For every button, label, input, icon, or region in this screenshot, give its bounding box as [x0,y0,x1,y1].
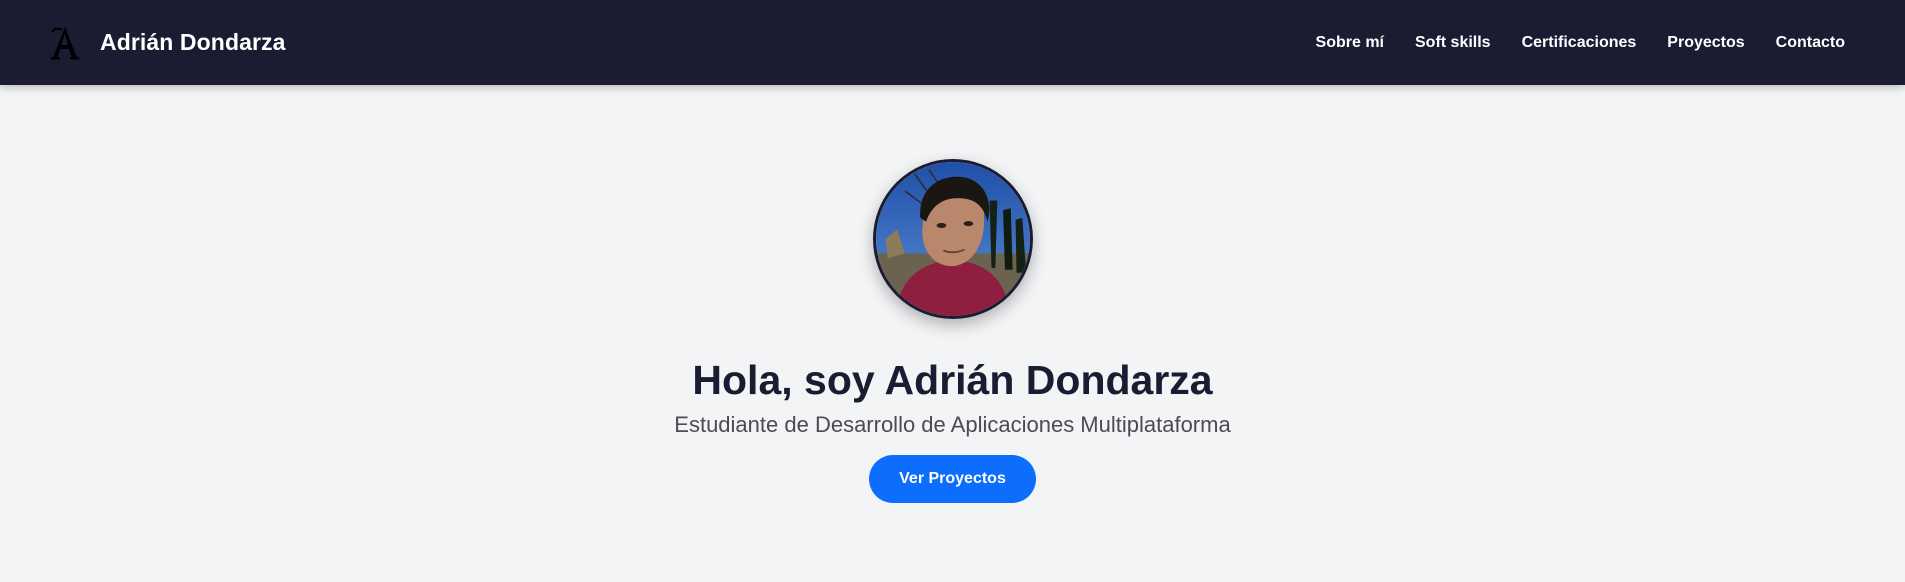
nav-link-soft-skills[interactable]: Soft skills [1415,34,1491,51]
nav-link-sobre-mi[interactable]: Sobre mí [1316,34,1384,51]
ver-proyectos-button[interactable]: Ver Proyectos [869,455,1036,503]
logo-icon [51,26,79,59]
profile-photo [875,162,1030,316]
nav-link-proyectos[interactable]: Proyectos [1667,34,1744,51]
nav-link-certificaciones[interactable]: Certificaciones [1522,34,1637,51]
brand-name: Adrián Dondarza [100,29,286,55]
navbar: Adrián Dondarza Sobre mí Soft skills Cer… [0,0,1905,85]
hero-subtitle: Estudiante de Desarrollo de Aplicaciones… [674,412,1231,437]
nav-menu: Sobre mí Soft skills Certificaciones Pro… [1316,34,1845,52]
brand-link[interactable]: Adrián Dondarza [50,25,286,61]
avatar [872,159,1033,319]
hero-title: Hola, soy Adrián Dondarza [692,357,1213,403]
nav-link-contacto[interactable]: Contacto [1776,34,1845,51]
hero-section: Hola, soy Adrián Dondarza Estudiante de … [0,85,1905,503]
